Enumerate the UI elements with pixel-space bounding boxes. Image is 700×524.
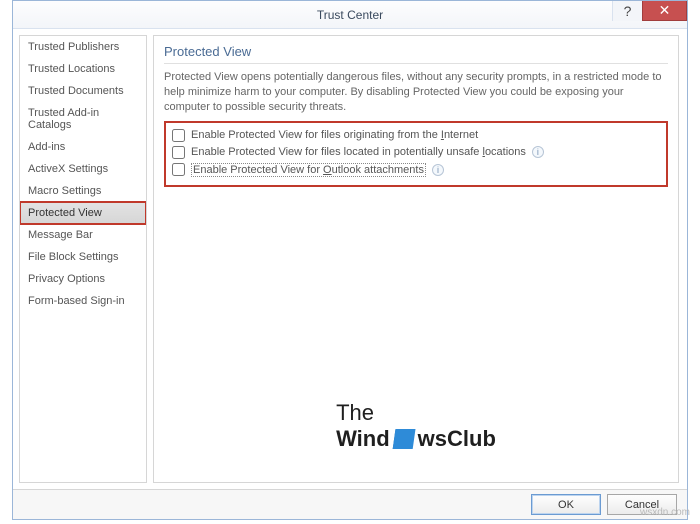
sidebar-item-label: Trusted Locations xyxy=(28,63,115,75)
sidebar-item-message-bar[interactable]: Message Bar xyxy=(20,224,146,246)
sidebar-item-trusted-add-in-catalogs[interactable]: Trusted Add-in Catalogs xyxy=(20,102,146,136)
info-icon[interactable]: i xyxy=(432,164,444,176)
sidebar-item-label: ActiveX Settings xyxy=(28,163,108,175)
sidebar-item-trusted-publishers[interactable]: Trusted Publishers xyxy=(20,36,146,58)
watermark-line2: Wind wsClub xyxy=(336,426,496,452)
titlebar: Trust Center ? ✕ xyxy=(13,1,687,29)
dialog-footer: OK Cancel xyxy=(13,489,687,519)
option-row-0[interactable]: Enable Protected View for files originat… xyxy=(172,127,660,144)
help-icon: ? xyxy=(624,3,632,19)
cancel-button[interactable]: Cancel xyxy=(607,494,677,515)
option-checkbox-2[interactable] xyxy=(172,163,185,176)
dialog-window: Trust Center ? ✕ Trusted PublishersTrust… xyxy=(12,0,688,520)
sidebar-item-trusted-locations[interactable]: Trusted Locations xyxy=(20,58,146,80)
section-divider xyxy=(164,63,668,64)
sidebar-item-label: Privacy Options xyxy=(28,273,105,285)
sidebar-item-label: Form-based Sign-in xyxy=(28,295,125,307)
sidebar-item-privacy-options[interactable]: Privacy Options xyxy=(20,268,146,290)
close-icon: ✕ xyxy=(659,2,671,19)
option-row-2[interactable]: Enable Protected View for Outlook attach… xyxy=(172,161,660,179)
info-icon[interactable]: i xyxy=(532,146,544,158)
option-checkbox-1[interactable] xyxy=(172,146,185,159)
option-row-1[interactable]: Enable Protected View for files located … xyxy=(172,144,660,161)
sidebar: Trusted Publishers Trusted Locations Trust… xyxy=(19,35,147,483)
sidebar-item-add-ins[interactable]: Add-ins xyxy=(20,136,146,158)
sidebar-item-label: Trusted Publishers xyxy=(28,41,119,53)
sidebar-item-label: File Block Settings xyxy=(28,251,118,263)
option-checkbox-0[interactable] xyxy=(172,129,185,142)
watermark-line1: The xyxy=(336,400,496,426)
ok-button[interactable]: OK xyxy=(531,494,601,515)
sidebar-item-form-based-sign-in[interactable]: Form-based Sign-in xyxy=(20,290,146,312)
sidebar-item-activex-settings[interactable]: ActiveX Settings xyxy=(20,158,146,180)
watermark: The Wind wsClub xyxy=(336,400,496,452)
sidebar-item-label: Macro Settings xyxy=(28,185,101,197)
protected-view-options: Enable Protected View for files originat… xyxy=(164,121,668,187)
titlebar-buttons: ? ✕ xyxy=(612,1,687,21)
windowsclub-logo-icon xyxy=(392,429,415,449)
close-button[interactable]: ✕ xyxy=(642,1,687,21)
sidebar-item-label: Message Bar xyxy=(28,229,93,241)
option-label-2: Enable Protected View for Outlook attach… xyxy=(191,163,426,177)
option-label-1: Enable Protected View for files located … xyxy=(191,146,526,158)
sidebar-item-macro-settings[interactable]: Macro Settings xyxy=(20,180,146,202)
window-title: Trust Center xyxy=(317,8,383,22)
client-area: Trusted Publishers Trusted Locations Trust… xyxy=(13,29,687,489)
sidebar-item-file-block-settings[interactable]: File Block Settings xyxy=(20,246,146,268)
sidebar-item-label: Trusted Add-in Catalogs xyxy=(28,107,99,131)
sidebar-item-protected-view[interactable]: Protected View xyxy=(20,202,146,224)
help-button[interactable]: ? xyxy=(612,1,642,21)
section-heading: Protected View xyxy=(164,42,668,63)
sidebar-item-label: Protected View xyxy=(28,207,102,219)
sidebar-item-label: Trusted Documents xyxy=(28,85,124,97)
sidebar-item-trusted-documents[interactable]: Trusted Documents xyxy=(20,80,146,102)
section-description: Protected View opens potentially dangero… xyxy=(164,70,668,115)
option-label-0: Enable Protected View for files originat… xyxy=(191,129,478,141)
main-panel: Protected View Protected View opens pote… xyxy=(153,35,679,483)
sidebar-item-label: Add-ins xyxy=(28,141,65,153)
